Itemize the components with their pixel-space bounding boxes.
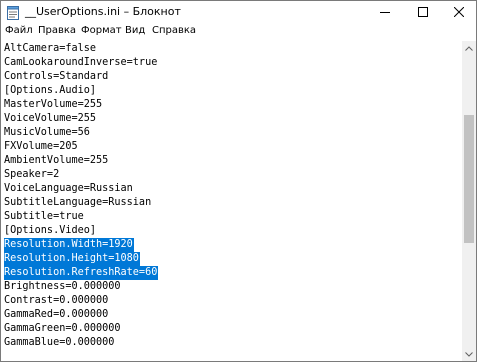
text-line: [Options.Audio] [4, 85, 97, 96]
text-line: Speaker=2 [4, 169, 60, 180]
text-line: AltCamera=false [4, 43, 97, 54]
text-line: Contrast=0.000000 [4, 295, 109, 306]
scrollbar-thumb[interactable] [464, 115, 474, 243]
chevron-up-icon [465, 45, 473, 51]
text-line: SubtitleLanguage=Russian [4, 197, 152, 208]
selected-text-line: Resolution.Width=1920 [4, 238, 134, 252]
minimize-icon [380, 12, 390, 13]
window-title: __UserOptions.ini – Блокнот [25, 5, 181, 18]
close-button[interactable] [441, 1, 476, 23]
menu-format[interactable]: Формат [81, 25, 122, 36]
maximize-button[interactable] [405, 1, 441, 23]
text-line: GammaGreen=0.000000 [4, 323, 121, 334]
text-line: [Options.Video] [4, 225, 97, 236]
text-line: Controls=Standard [4, 71, 109, 82]
maximize-icon [418, 7, 428, 17]
close-icon [454, 7, 464, 17]
menu-view[interactable]: Вид [125, 25, 145, 36]
text-line: CamLookaroundInverse=true [4, 57, 158, 68]
text-line: Brightness=0.000000 [4, 281, 121, 292]
vertical-scrollbar[interactable] [462, 41, 476, 361]
text-line: MusicVolume=56 [4, 127, 90, 138]
selected-text-line: Resolution.RefreshRate=60 [4, 266, 159, 280]
text-editor-area[interactable]: AltCamera=false CamLookaroundInverse=tru… [1, 41, 461, 361]
menu-edit[interactable]: Правка [38, 25, 76, 36]
text-line: GammaBlue=0.000000 [4, 337, 115, 348]
text-line: VoiceVolume=255 [4, 113, 97, 124]
notepad-window: __UserOptions.ini – Блокнот Файл Правка … [0, 0, 477, 362]
text-line: MasterVolume=255 [4, 99, 103, 110]
menu-help[interactable]: Справка [152, 25, 196, 36]
text-line: FXVolume=205 [4, 141, 78, 152]
scroll-down-button[interactable] [462, 347, 476, 361]
text-line: Subtitle=true [4, 211, 84, 222]
text-line: VoiceLanguage=Russian [4, 183, 133, 194]
text-line: GammaRed=0.000000 [4, 309, 109, 320]
notepad-app-icon [7, 5, 19, 20]
menu-file[interactable]: Файл [5, 25, 33, 36]
scroll-up-button[interactable] [462, 41, 476, 55]
text-line: AmbientVolume=255 [4, 155, 109, 166]
selected-text-line: Resolution.Height=1080 [4, 252, 140, 266]
chevron-down-icon [465, 351, 473, 357]
minimize-button[interactable] [367, 1, 403, 23]
title-bar[interactable]: __UserOptions.ini – Блокнот [1, 1, 476, 23]
menu-bar: Файл Правка Формат Вид Справка [1, 23, 476, 41]
